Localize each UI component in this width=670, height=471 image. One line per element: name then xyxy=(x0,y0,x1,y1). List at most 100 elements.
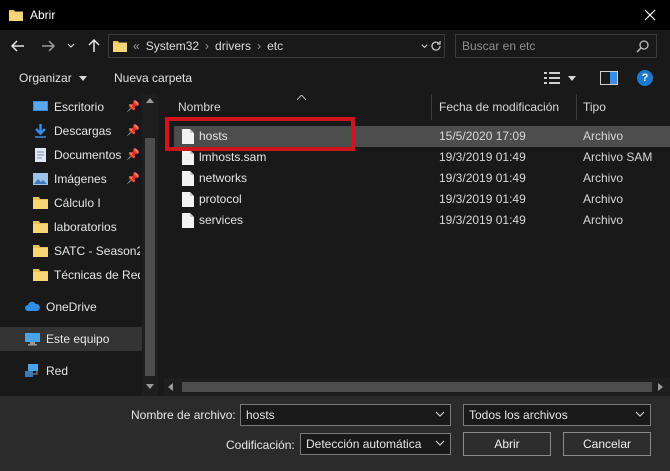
search-input[interactable] xyxy=(462,38,632,54)
filename-combobox[interactable]: hosts xyxy=(240,404,451,426)
scroll-left-icon[interactable] xyxy=(168,383,174,391)
file-row-services[interactable]: services 19/3/2019 01:49 Archivo xyxy=(174,210,670,231)
breadcrumb-item[interactable]: drivers xyxy=(215,39,251,53)
help-button[interactable]: ? xyxy=(637,70,653,86)
sidebar-item-onedrive[interactable]: OneDrive xyxy=(0,295,142,319)
address-bar[interactable]: « System32 › drivers › etc xyxy=(108,34,445,58)
sort-ascending-icon xyxy=(297,95,306,100)
file-date: 19/3/2019 01:49 xyxy=(439,150,526,164)
file-icon xyxy=(182,150,194,165)
highlight-box xyxy=(165,117,355,151)
sidebar-item-imagenes[interactable]: Imágenes 📌 xyxy=(0,167,142,191)
file-date: 19/3/2019 01:49 xyxy=(439,171,526,185)
arrow-right-icon xyxy=(42,40,56,52)
scroll-right-icon[interactable] xyxy=(658,383,664,391)
recent-locations-button[interactable] xyxy=(64,36,78,56)
sidebar-item-label: SATC - Season2 › xyxy=(54,244,140,258)
sidebar-item-escritorio[interactable]: Escritorio 📌 xyxy=(0,95,142,119)
sidebar-item-label: laboratorios xyxy=(54,220,117,234)
breadcrumb-item[interactable]: System32 xyxy=(146,39,199,53)
horizontal-scroll-thumb[interactable] xyxy=(182,382,652,392)
chevron-down-icon[interactable] xyxy=(435,409,445,419)
file-name: networks xyxy=(199,171,248,185)
file-date: 15/5/2020 17:09 xyxy=(439,129,526,143)
file-row-networks[interactable]: networks 19/3/2019 01:49 Archivo xyxy=(174,168,670,189)
breadcrumb-item[interactable]: etc xyxy=(267,39,283,53)
file-row-protocol[interactable]: protocol 19/3/2019 01:49 Archivo xyxy=(174,189,670,210)
pin-icon: 📌 xyxy=(126,125,140,137)
chevron-down-icon xyxy=(420,43,428,48)
file-type-filter[interactable]: Todos los archivos xyxy=(463,404,651,426)
cloud-icon xyxy=(25,301,40,311)
breadcrumb-overflow[interactable]: « xyxy=(133,39,140,53)
scroll-down-icon[interactable] xyxy=(146,384,154,390)
title-bar: Abrir xyxy=(0,0,670,30)
sidebar-item-laboratorios[interactable]: laboratorios xyxy=(0,215,142,239)
cancel-button[interactable]: Cancelar xyxy=(563,432,651,456)
sidebar-item-label: OneDrive xyxy=(46,300,97,314)
close-button[interactable] xyxy=(640,5,660,25)
file-type: Archivo xyxy=(583,171,624,185)
open-button[interactable]: Abrir xyxy=(463,432,551,456)
desktop-icon xyxy=(33,101,48,111)
search-box[interactable] xyxy=(455,34,657,58)
view-options-button[interactable] xyxy=(544,70,578,86)
chevron-down-icon xyxy=(635,411,645,417)
sidebar-item-label: Este equipo xyxy=(46,332,110,346)
folder-open-icon xyxy=(9,10,23,21)
details-view-icon xyxy=(544,72,560,84)
breadcrumb-separator-icon[interactable]: › xyxy=(205,39,209,53)
organize-button[interactable]: Organizar xyxy=(19,71,88,85)
folder-icon xyxy=(113,41,127,52)
column-header-type[interactable]: Tipo xyxy=(578,94,670,120)
sidebar-item-este-equipo[interactable]: Este equipo xyxy=(0,327,142,351)
preview-pane-icon xyxy=(600,71,618,85)
new-folder-button[interactable]: Nueva carpeta xyxy=(114,71,192,85)
network-icon xyxy=(25,364,38,377)
pin-icon: 📌 xyxy=(126,173,140,185)
folder-icon xyxy=(33,197,48,209)
filename-input[interactable]: hosts xyxy=(246,408,275,422)
scroll-up-icon[interactable] xyxy=(146,98,154,104)
search-icon[interactable] xyxy=(636,39,650,53)
encoding-select[interactable]: Detección automática xyxy=(300,433,451,455)
refresh-button[interactable] xyxy=(429,38,443,54)
up-button[interactable] xyxy=(84,36,104,56)
file-icon xyxy=(182,213,194,228)
sidebar-item-tecnicas[interactable]: Técnicas de Reda xyxy=(0,263,142,287)
file-date: 19/3/2019 01:49 xyxy=(439,192,526,206)
file-type: Archivo xyxy=(583,129,624,143)
forward-button[interactable] xyxy=(38,36,58,56)
preview-pane-button[interactable] xyxy=(600,71,618,85)
file-type: Archivo xyxy=(583,213,624,227)
help-icon: ? xyxy=(641,72,649,84)
sidebar-item-calculo[interactable]: Cálculo I xyxy=(0,191,142,215)
file-type: Archivo xyxy=(583,192,624,206)
encoding-label: Codificación: xyxy=(226,438,295,452)
caret-down-icon xyxy=(79,75,88,81)
file-name: services xyxy=(199,213,244,227)
pictures-icon xyxy=(33,173,48,185)
column-header-date[interactable]: Fecha de modificación xyxy=(433,94,577,120)
navigation-pane: Escritorio 📌 Descargas 📌 Documentos 📌 Im… xyxy=(0,94,158,396)
sidebar-item-documentos[interactable]: Documentos 📌 xyxy=(0,143,142,167)
computer-icon xyxy=(25,333,40,346)
sidebar-item-descargas[interactable]: Descargas 📌 xyxy=(0,119,142,143)
breadcrumb: « System32 › drivers › etc xyxy=(133,39,283,53)
sidebar-item-label: Cálculo I xyxy=(54,196,101,210)
back-button[interactable] xyxy=(8,36,28,56)
file-name: lmhosts.sam xyxy=(199,150,267,164)
file-type: Archivo SAM xyxy=(583,150,653,164)
file-type-filter-value: Todos los archivos xyxy=(469,408,568,422)
sidebar-scroll-thumb[interactable] xyxy=(145,138,155,376)
sidebar-item-label: Técnicas de Reda xyxy=(54,268,140,282)
documents-icon xyxy=(35,148,46,162)
window-title: Abrir xyxy=(30,8,56,22)
pin-icon: 📌 xyxy=(126,101,140,113)
folder-icon xyxy=(33,221,48,233)
sidebar-item-red[interactable]: Red xyxy=(0,359,142,383)
folder-icon xyxy=(33,269,48,281)
breadcrumb-separator-icon[interactable]: › xyxy=(257,39,261,53)
sidebar-item-satc[interactable]: SATC - Season2 › xyxy=(0,239,142,263)
arrow-up-icon xyxy=(88,38,100,52)
